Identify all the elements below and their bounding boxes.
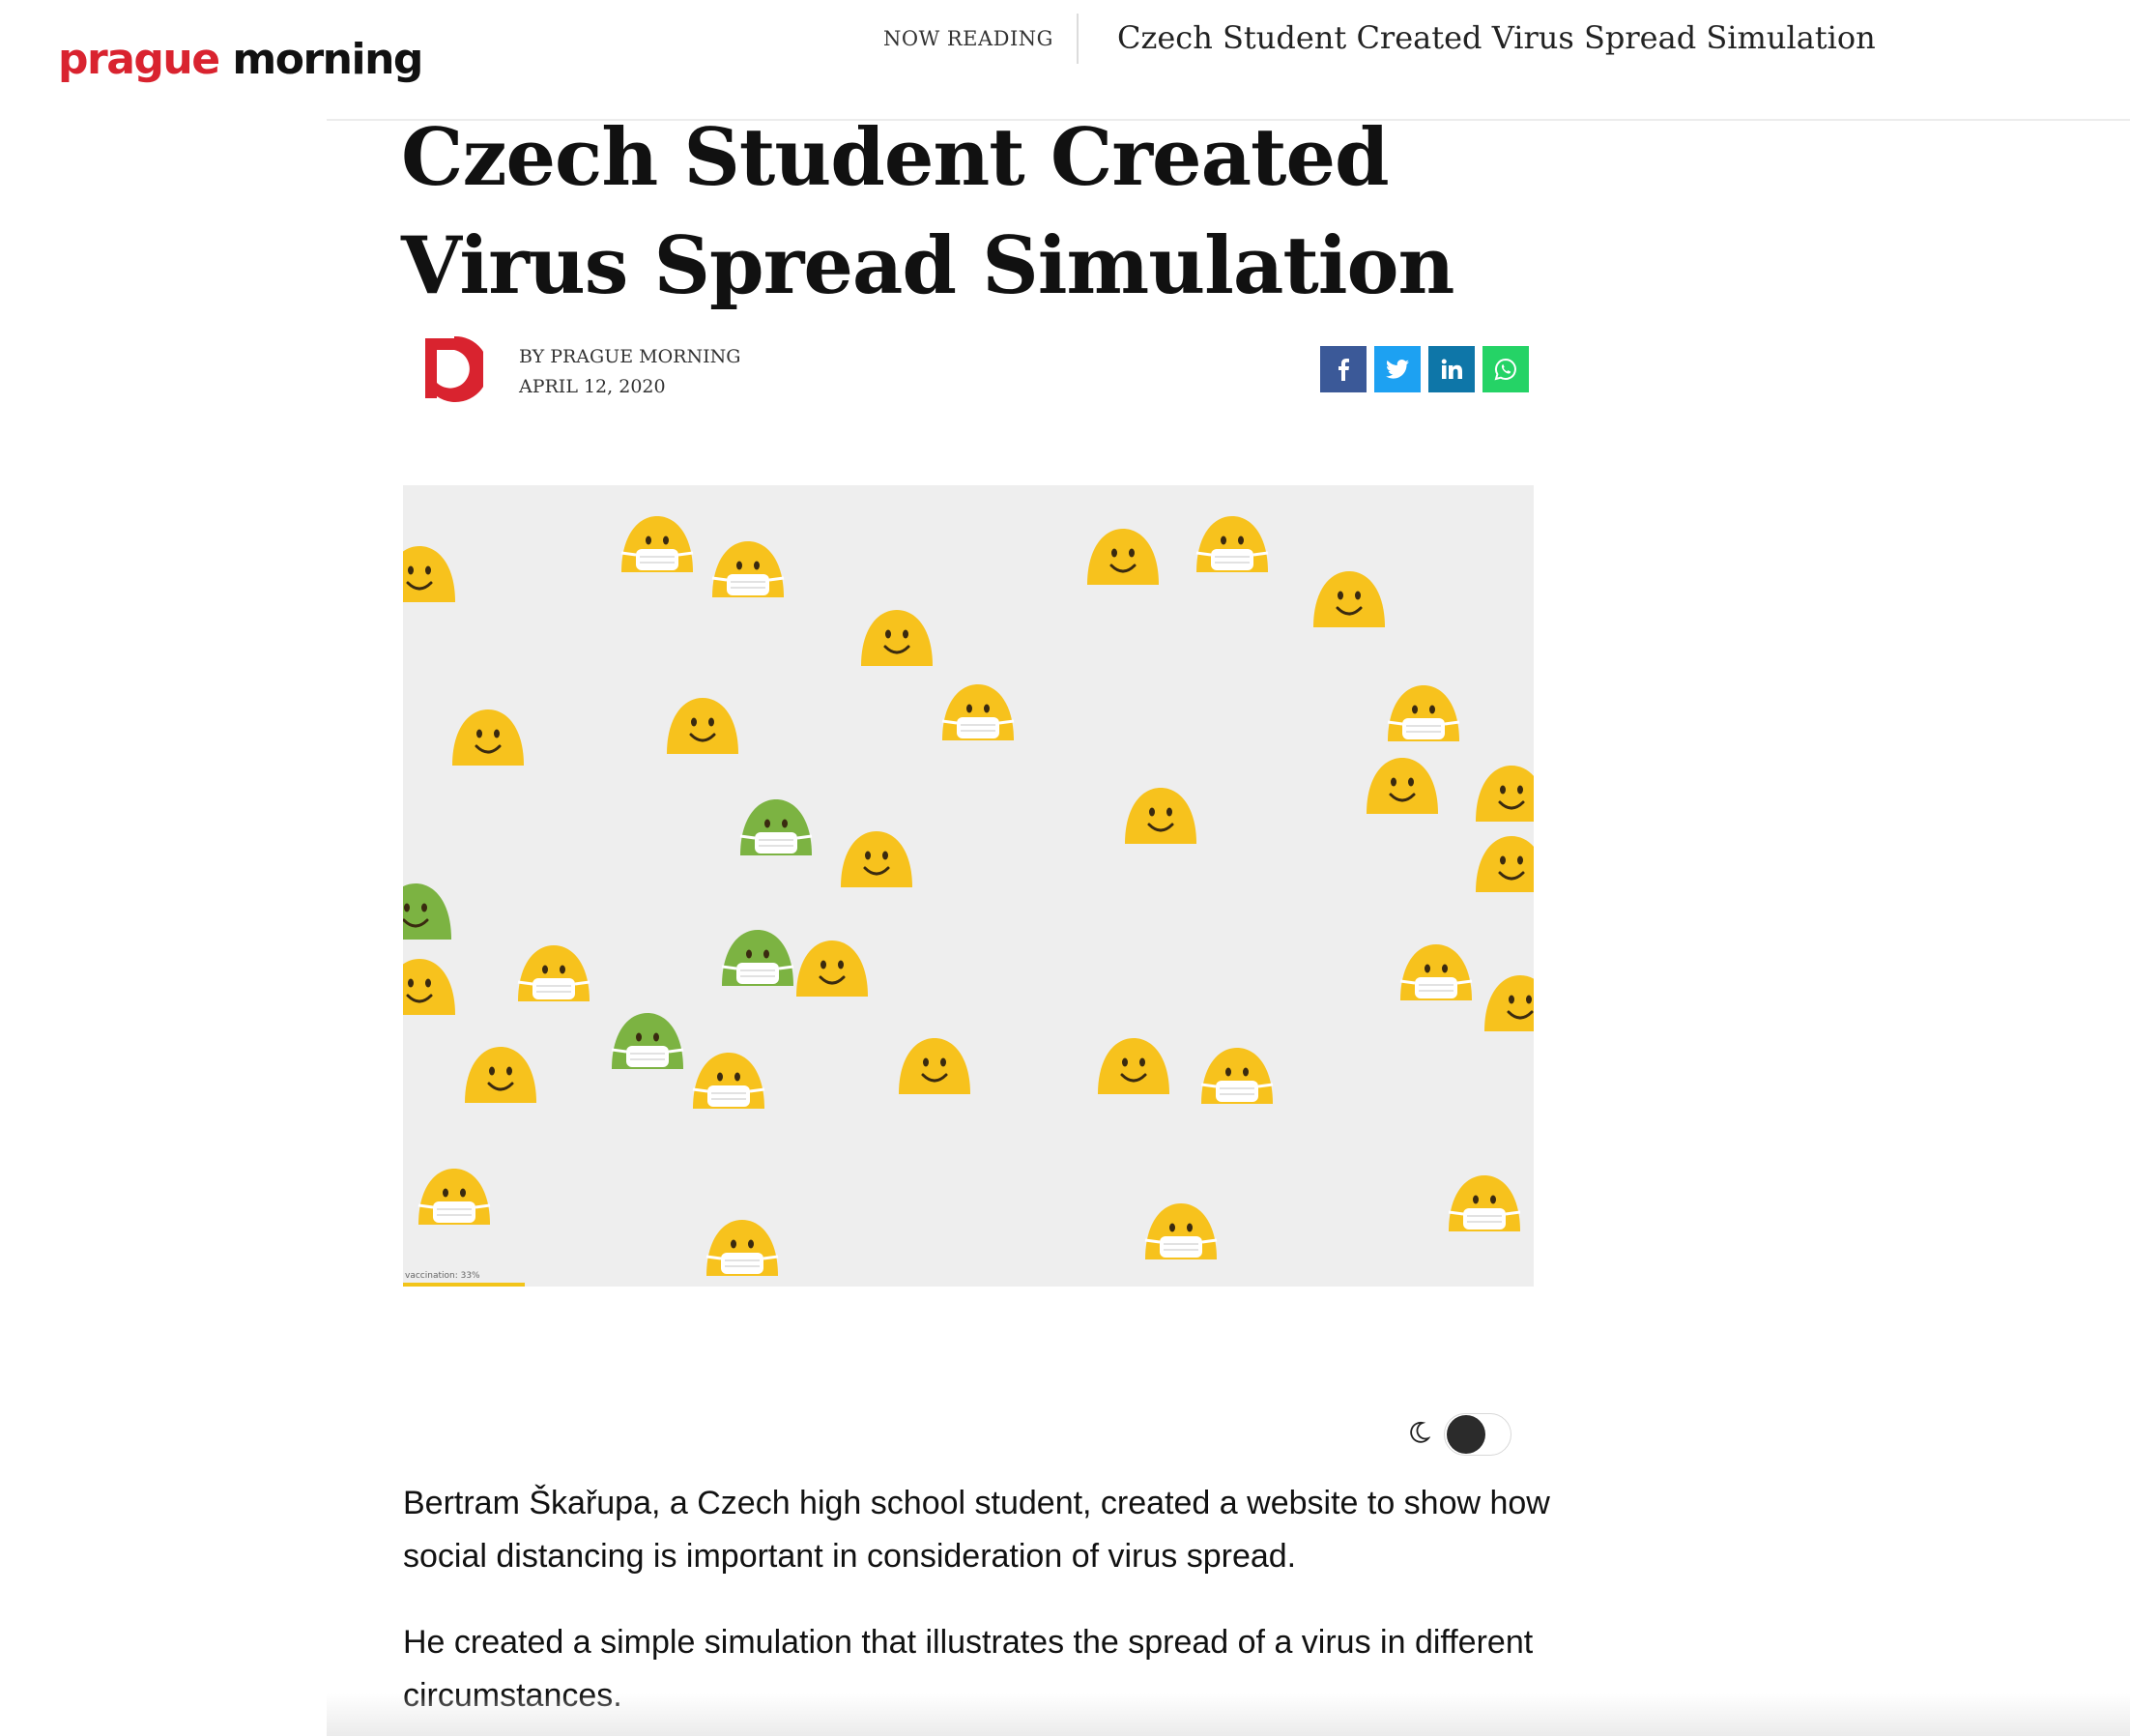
- healthy-face: [1098, 1038, 1169, 1094]
- healthy-face: [899, 1038, 970, 1094]
- site-header: prague morning NOW READING Czech Student…: [0, 0, 2130, 120]
- simulation-canvas: [403, 516, 1534, 1276]
- masked-face: [417, 1169, 491, 1225]
- masked-face: [711, 541, 785, 597]
- article-paragraph-1: Bertram Škařupa, a Czech high school stu…: [403, 1485, 1550, 1575]
- header-divider: [1077, 14, 1079, 64]
- masked-face: [1144, 1203, 1218, 1259]
- byline: BY PRAGUE MORNING APRIL 12, 2020: [519, 342, 740, 402]
- healthy-face: [1484, 975, 1534, 1031]
- healthy-face: [1125, 788, 1196, 844]
- simulation-caption: vaccination: 33%: [405, 1271, 480, 1281]
- infected-face: [739, 799, 813, 855]
- logo-part-morning: morning: [232, 35, 423, 84]
- masked-face: [1195, 516, 1269, 572]
- bottom-fade: [327, 1693, 2130, 1736]
- healthy-face: [1087, 529, 1159, 585]
- masked-face: [692, 1053, 765, 1109]
- masked-face: [1399, 944, 1473, 1000]
- masked-face: [517, 945, 590, 1001]
- author-avatar[interactable]: [425, 333, 483, 406]
- healthy-face: [1476, 836, 1534, 892]
- author-name[interactable]: BY PRAGUE MORNING: [519, 342, 740, 372]
- headline-line-1: Czech Student Created: [401, 112, 1390, 204]
- healthy-face: [841, 831, 912, 887]
- healthy-face: [667, 698, 738, 754]
- simulation-image: vaccination: 33%: [403, 485, 1534, 1287]
- simulation-progress-bar: [403, 1283, 525, 1287]
- healthy-face: [465, 1047, 536, 1103]
- masked-face: [1200, 1048, 1274, 1104]
- toggle-knob[interactable]: [1447, 1415, 1485, 1454]
- masked-face: [1387, 685, 1460, 741]
- whatsapp-icon: [1494, 358, 1516, 381]
- facebook-share-button[interactable]: [1320, 346, 1367, 392]
- masked-face: [941, 684, 1015, 740]
- infected-face: [721, 930, 794, 986]
- healthy-face: [452, 709, 524, 766]
- masked-face: [620, 516, 694, 572]
- infected-face: [403, 883, 451, 940]
- site-logo[interactable]: prague morning: [58, 35, 423, 84]
- logo-part-prague: prague: [58, 35, 220, 84]
- moon-icon: [1410, 1421, 1430, 1443]
- twitter-icon: [1386, 360, 1409, 379]
- healthy-face: [1367, 758, 1438, 814]
- healthy-face: [861, 610, 933, 666]
- healthy-face: [1313, 571, 1385, 627]
- headline-line-2: Virus Spread Simulation: [401, 220, 1454, 312]
- linkedin-icon: [1441, 359, 1462, 379]
- masked-face: [1448, 1175, 1521, 1231]
- masked-face: [705, 1220, 779, 1276]
- linkedin-share-button[interactable]: [1428, 346, 1475, 392]
- infected-face: [611, 1013, 684, 1069]
- facebook-icon: [1338, 359, 1349, 381]
- twitter-share-button[interactable]: [1374, 346, 1421, 392]
- healthy-face: [796, 940, 868, 997]
- article-headline: Czech Student Created Virus Spread Simul…: [401, 104, 1464, 321]
- publish-date: APRIL 12, 2020: [519, 376, 666, 397]
- healthy-face: [403, 959, 455, 1015]
- healthy-face: [403, 546, 455, 602]
- now-reading-label: NOW READING: [883, 27, 1053, 50]
- now-reading-title[interactable]: Czech Student Created Virus Spread Simul…: [1117, 19, 1876, 56]
- whatsapp-share-button[interactable]: [1482, 346, 1529, 392]
- healthy-face: [1476, 766, 1534, 822]
